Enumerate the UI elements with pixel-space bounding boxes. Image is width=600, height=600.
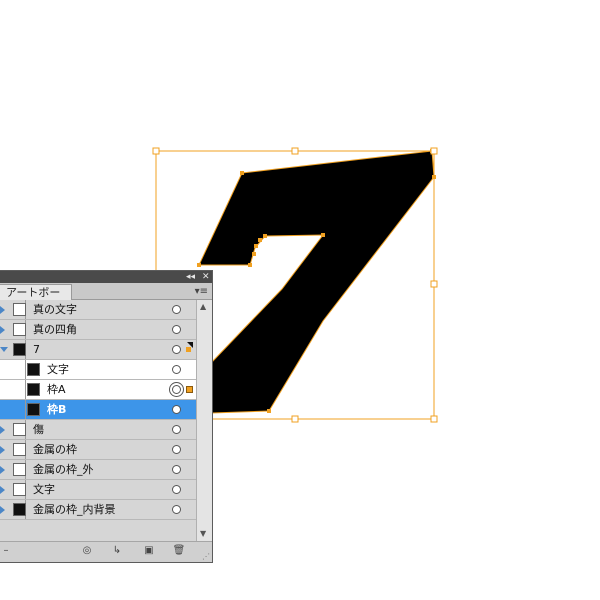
seven-thumb-icon: [27, 363, 40, 376]
layer-label: 枠B: [47, 403, 67, 416]
visibility-column-divider: [25, 380, 26, 399]
layer-label: 枠A: [47, 383, 66, 396]
layers-list: 真の文字 真の四角 7 文字 枠A 枠B 傷金属の枠 金属の枠_外 文字 金属の枠_内背景: [0, 300, 196, 541]
seven-thumb-icon: [27, 383, 40, 396]
resize-grip-icon[interactable]: ⋰: [202, 552, 210, 561]
selected-art-indicator-icon[interactable]: [186, 347, 191, 352]
make-clipping-mask-icon[interactable]: ◎: [80, 545, 94, 557]
layer-label: 傷: [33, 423, 44, 436]
expand-triangle-icon[interactable]: [0, 506, 5, 514]
layers-footer: – ◎ ↳ ▣ 🗑 ⋰: [0, 541, 212, 562]
layer-label: 金属の枠: [33, 443, 77, 456]
footer-status-icon: –: [3, 545, 9, 556]
layer-row[interactable]: 真の文字: [0, 300, 196, 320]
layer-label: 文字: [47, 363, 69, 376]
seven-thumb-icon: [13, 343, 26, 356]
seven-glyph-shape[interactable]: [198, 150, 435, 414]
close-panel-icon[interactable]: ✕: [202, 271, 210, 283]
target-circle-icon[interactable]: [172, 445, 181, 454]
layers-panel: ◂◂ ✕ アートボード ▾≡ 真の文字真の四角7文字枠A枠B傷金属の枠金属の枠_…: [0, 270, 213, 563]
target-circle-icon[interactable]: [172, 405, 181, 414]
target-circle-icon[interactable]: [172, 325, 181, 334]
visibility-column-divider: [25, 400, 26, 419]
layer-label: 金属の枠_外: [33, 463, 94, 476]
dark-frame-thumb-icon: [13, 503, 26, 516]
layer-label: 真の四角: [33, 323, 77, 336]
frame-thumb-icon: [13, 463, 26, 476]
visibility-column-divider: [25, 360, 26, 379]
expand-triangle-icon[interactable]: [0, 326, 5, 334]
layer-row[interactable]: 7: [0, 340, 196, 360]
layer-label: 金属の枠_内背景: [33, 503, 116, 516]
scroll-down-icon[interactable]: ▼: [200, 529, 206, 539]
layer-label: 真の文字: [33, 303, 77, 316]
collapse-panel-icon[interactable]: ◂◂: [186, 271, 195, 283]
target-circle-icon[interactable]: [172, 305, 181, 314]
layer-row[interactable]: 枠B: [0, 400, 196, 420]
expand-triangle-icon[interactable]: [0, 426, 5, 434]
panel-menu-icon[interactable]: ▾≡: [195, 285, 208, 298]
frame-thumb-icon: [13, 443, 26, 456]
target-circle-icon[interactable]: [172, 485, 181, 494]
new-layer-icon[interactable]: ▣: [142, 545, 156, 557]
layers-scrollbar[interactable]: ▲ ▼: [196, 300, 212, 541]
layer-row[interactable]: 傷: [0, 420, 196, 440]
layer-row[interactable]: 金属の枠: [0, 440, 196, 460]
expand-triangle-icon[interactable]: [0, 466, 5, 474]
text-thumb-icon: [13, 303, 26, 316]
layer-row[interactable]: 文字: [0, 360, 196, 380]
new-sublayer-icon[interactable]: ↳: [110, 545, 124, 557]
layer-row[interactable]: 金属の枠_内背景: [0, 500, 196, 520]
layer-row[interactable]: 真の四角: [0, 320, 196, 340]
expand-triangle-open-icon[interactable]: [0, 347, 8, 352]
tab-artboards[interactable]: アートボード: [0, 284, 72, 314]
selection-indicator-icon[interactable]: [186, 386, 193, 393]
layer-label: 7: [33, 343, 40, 356]
target-circle-icon[interactable]: [172, 345, 181, 354]
layer-row[interactable]: 文字: [0, 480, 196, 500]
panel-tab-row: アートボード ▾≡: [0, 283, 212, 314]
target-circle-icon[interactable]: [172, 425, 181, 434]
layer-label: 文字: [33, 483, 55, 496]
expand-triangle-icon[interactable]: [0, 486, 5, 494]
layer-row[interactable]: 枠A: [0, 380, 196, 400]
expand-triangle-icon[interactable]: [0, 306, 5, 314]
trash-icon[interactable]: 🗑: [172, 545, 186, 557]
expand-triangle-icon[interactable]: [0, 446, 5, 454]
layer-row[interactable]: 金属の枠_外: [0, 460, 196, 480]
panel-titlebar[interactable]: ◂◂ ✕: [0, 271, 212, 283]
square-thumb-icon: [13, 323, 26, 336]
seven-thumb-icon: [27, 403, 40, 416]
target-circle-icon[interactable]: [172, 465, 181, 474]
text-thumb-icon: [13, 483, 26, 496]
target-circle-icon[interactable]: [172, 365, 181, 374]
target-circle-icon[interactable]: [172, 505, 181, 514]
scroll-up-icon[interactable]: ▲: [200, 302, 206, 312]
target-circle-icon[interactable]: [172, 385, 181, 394]
scratch-thumb-icon: [13, 423, 26, 436]
